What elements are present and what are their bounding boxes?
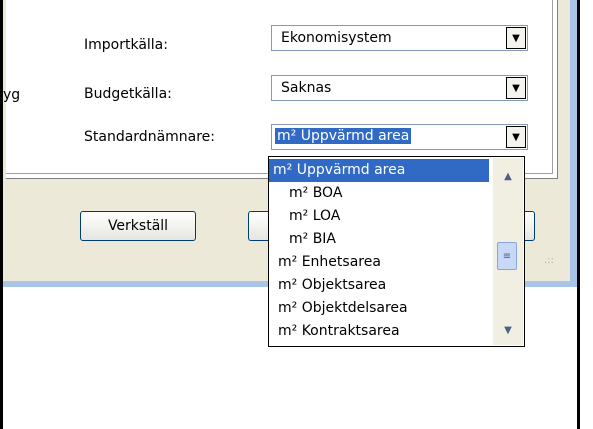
denominator-dropdown-list[interactable]: m² Uppvärmd area m² BOA m² LOA m² BIA m²… bbox=[268, 156, 525, 347]
arrow-up-icon[interactable]: ▲ bbox=[493, 166, 523, 186]
chevron-down-icon[interactable]: ▼ bbox=[506, 27, 526, 49]
arrow-down-icon[interactable]: ▼ bbox=[493, 320, 523, 340]
list-item[interactable]: m² Objektsarea bbox=[269, 274, 489, 297]
resize-grip-icon[interactable]: .:: bbox=[544, 255, 558, 269]
chevron-down-icon[interactable]: ▼ bbox=[506, 126, 526, 148]
budget-source-combobox[interactable]: Saknas ▼ bbox=[271, 75, 528, 101]
import-source-label: Importkälla: bbox=[84, 37, 168, 53]
standard-denominator-label: Standardnämnare: bbox=[84, 129, 216, 145]
window-border-right bbox=[577, 0, 580, 429]
list-item[interactable]: m² Kontraktsarea bbox=[269, 320, 489, 343]
dropdown-scrollbar[interactable]: ▲ ≡ ▼ bbox=[493, 158, 523, 345]
list-item[interactable]: m² BIA bbox=[269, 228, 489, 251]
standard-denominator-value: m² Uppvärmd area bbox=[275, 128, 412, 144]
import-source-value: Ekonomisystem bbox=[281, 30, 392, 46]
partial-label-text: yg bbox=[3, 87, 21, 103]
import-source-combobox[interactable]: Ekonomisystem ▼ bbox=[271, 25, 528, 51]
apply-button[interactable]: Verkställ bbox=[80, 211, 196, 241]
list-item[interactable]: m² Uppvärmd area bbox=[269, 159, 489, 182]
window-frame-right bbox=[570, 0, 577, 287]
scrollbar-thumb[interactable]: ≡ bbox=[497, 242, 517, 270]
budget-source-value: Saknas bbox=[281, 80, 332, 96]
chevron-down-icon[interactable]: ▼ bbox=[506, 77, 526, 99]
list-item[interactable]: m² Enhetsarea bbox=[269, 251, 489, 274]
list-item[interactable]: m² LOA bbox=[269, 205, 489, 228]
standard-denominator-combobox[interactable]: m² Uppvärmd area ▼ bbox=[271, 124, 528, 150]
list-item[interactable]: m² Objektdelsarea bbox=[269, 297, 489, 320]
budget-source-label: Budgetkälla: bbox=[84, 86, 172, 102]
list-item[interactable]: m² BOA bbox=[269, 182, 489, 205]
